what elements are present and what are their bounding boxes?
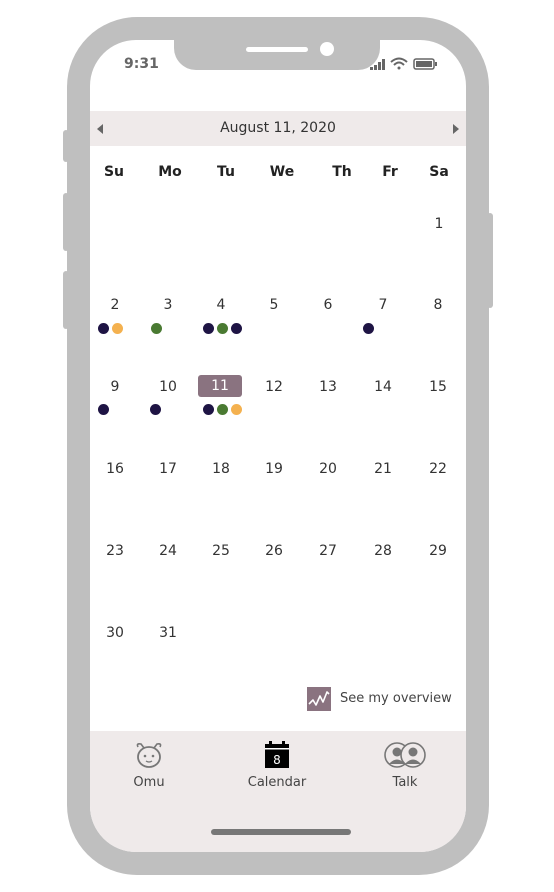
bottom-tab-bar: Omu 8 Calendar Talk [90, 731, 466, 852]
calendar-day[interactable]: 27 [308, 543, 348, 559]
tab-calendar-label: Calendar [247, 775, 307, 790]
tab-talk-label: Talk [392, 775, 418, 790]
omu-mascot-icon [136, 743, 162, 768]
calendar-day[interactable]: 14 [363, 379, 403, 395]
calendar-day[interactable]: 15 [418, 379, 458, 395]
people-icon [384, 742, 426, 768]
calendar-day[interactable]: 4 [201, 297, 241, 313]
camera [320, 42, 334, 56]
battery-icon [413, 58, 437, 70]
date-navigation-bar: August 11, 2020 [90, 111, 466, 146]
event-dot [217, 323, 228, 334]
calendar-day[interactable]: 20 [308, 461, 348, 477]
calendar-day[interactable]: 9 [95, 379, 135, 395]
calendar-icon-day: 8 [273, 753, 281, 767]
calendar-day[interactable]: 22 [418, 461, 458, 477]
next-month-arrow-icon[interactable] [453, 124, 459, 134]
weekday-wednesday: We [269, 164, 295, 180]
calendar-day[interactable]: 24 [148, 543, 188, 559]
event-dot [363, 323, 374, 334]
current-date-title: August 11, 2020 [220, 120, 336, 136]
event-dot [150, 404, 161, 415]
weekday-friday: Fr [382, 164, 398, 180]
status-icons [370, 57, 437, 70]
calendar-day[interactable]: 7 [363, 297, 403, 313]
weekday-tuesday: Tu [217, 164, 235, 180]
signal-icon [370, 59, 385, 70]
event-dot [231, 323, 242, 334]
tab-calendar[interactable]: 8 Calendar [237, 741, 317, 790]
notch [174, 40, 380, 70]
calendar-day[interactable]: 25 [201, 543, 241, 559]
calendar-day[interactable]: 13 [308, 379, 348, 395]
event-dot [151, 323, 162, 334]
calendar-day[interactable]: 19 [254, 461, 294, 477]
calendar-day[interactable]: 21 [363, 461, 403, 477]
calendar-day[interactable]: 12 [254, 379, 294, 395]
status-time: 9:31 [124, 56, 159, 72]
event-dot [98, 323, 109, 334]
calendar-day[interactable]: 31 [148, 625, 188, 641]
trend-chart-icon [307, 687, 331, 711]
calendar-day[interactable]: 3 [148, 297, 188, 313]
calendar-day[interactable]: 8 [418, 297, 458, 313]
weekday-monday: Mo [158, 164, 182, 180]
calendar-day[interactable]: 10 [148, 379, 188, 395]
calendar-day[interactable]: 28 [363, 543, 403, 559]
calendar-day[interactable]: 26 [254, 543, 294, 559]
tab-omu-label: Omu [133, 775, 165, 790]
silent-switch [63, 130, 69, 162]
calendar-icon: 8 [265, 741, 289, 768]
event-dot [98, 404, 109, 415]
calendar-day[interactable]: 29 [418, 543, 458, 559]
tab-talk[interactable]: Talk [365, 741, 445, 790]
speaker [246, 47, 308, 52]
calendar-day[interactable]: 18 [201, 461, 241, 477]
tab-omu[interactable]: Omu [109, 741, 189, 790]
event-dot [231, 404, 242, 415]
wifi-icon [390, 57, 408, 70]
volume-down-button [63, 271, 69, 329]
home-indicator[interactable] [211, 829, 351, 835]
calendar-day[interactable]: 6 [308, 297, 348, 313]
event-dot [203, 323, 214, 334]
event-dot [203, 404, 214, 415]
calendar-day[interactable]: 5 [254, 297, 294, 313]
weekday-thursday: Th [332, 164, 352, 180]
see-overview-label: See my overview [340, 691, 452, 706]
calendar-day[interactable]: 2 [95, 297, 135, 313]
calendar-day[interactable]: 16 [95, 461, 135, 477]
screen: 9:31 August 11, 2020 Su Mo Tu We Th Fr S… [90, 40, 466, 852]
calendar-day-selected[interactable]: 11 [198, 375, 242, 397]
event-dot [112, 323, 123, 334]
volume-up-button [63, 193, 69, 251]
calendar-day[interactable]: 30 [95, 625, 135, 641]
event-dot [217, 404, 228, 415]
calendar-day[interactable]: 17 [148, 461, 188, 477]
power-button [487, 213, 493, 308]
weekday-saturday: Sa [429, 164, 449, 180]
calendar-day[interactable]: 1 [419, 216, 459, 232]
weekday-sunday: Su [103, 164, 125, 180]
calendar-day[interactable]: 23 [95, 543, 135, 559]
